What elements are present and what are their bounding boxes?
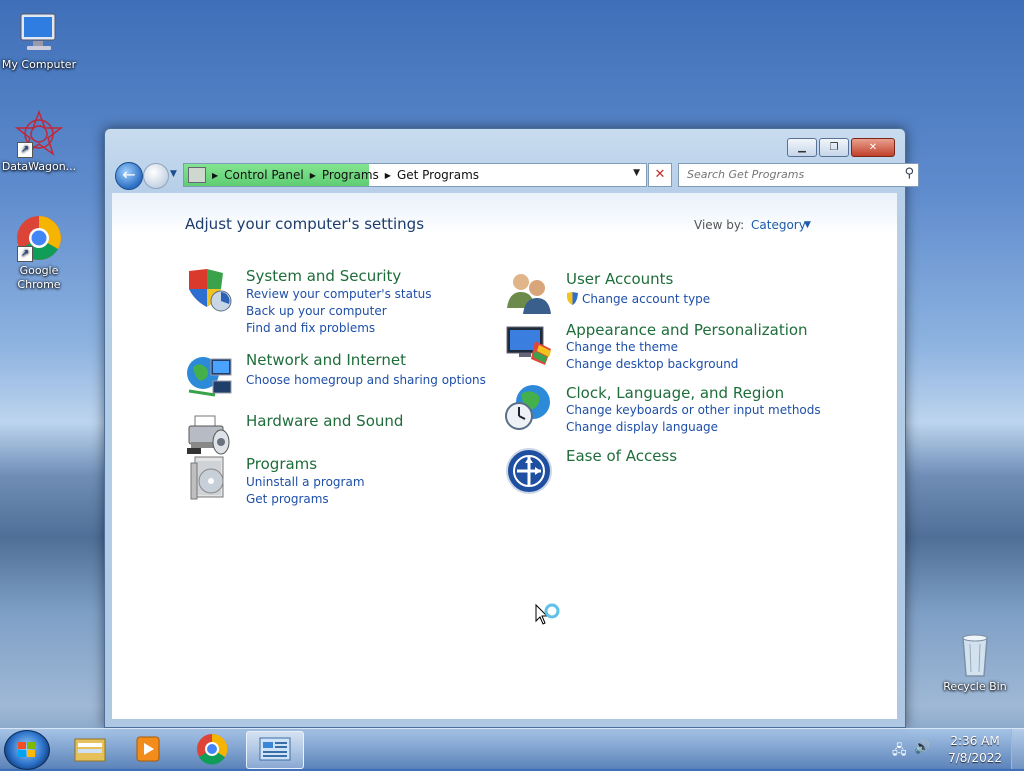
network-icon (185, 351, 233, 399)
control-panel-window: ▁ ❐ ✕ ← ▼ ▶ Control Panel ▶ Programs ▶ G… (104, 128, 919, 728)
show-desktop-button[interactable] (1011, 729, 1024, 769)
desktop-icon-label: Google Chrome (17, 264, 61, 291)
breadcrumb-item[interactable]: Control Panel (224, 168, 304, 182)
navigation-bar: ← ▼ ▶ Control Panel ▶ Programs ▶ Get Pro… (113, 162, 919, 190)
volume-icon[interactable]: 🔊 (914, 740, 930, 755)
ease-of-access-icon (505, 447, 553, 495)
back-arrow-icon: ← (122, 165, 136, 184)
category-link[interactable]: Change display language (566, 420, 718, 434)
start-button[interactable] (4, 730, 50, 770)
busy-cursor-icon (534, 603, 560, 632)
shortcut-arrow-icon: ↗ (17, 246, 33, 262)
users-icon (505, 270, 553, 318)
search-icon[interactable]: ⚲ (904, 166, 914, 181)
close-button[interactable]: ✕ (851, 138, 895, 157)
windows-logo-icon (18, 742, 35, 757)
view-by-label: View by: (694, 218, 745, 232)
category-link[interactable]: Back up your computer (246, 304, 387, 318)
taskbar-control-panel-button[interactable] (246, 731, 304, 769)
breadcrumb-item[interactable]: Programs (322, 168, 379, 182)
chrome-icon (197, 733, 228, 765)
network-tray-icon[interactable]: 🖧 (892, 741, 907, 763)
breadcrumb: ▶ Control Panel ▶ Programs ▶ Get Program… (184, 167, 479, 183)
datawagon-icon: ↗ (14, 109, 64, 158)
globe-clock-icon (505, 384, 553, 432)
desktop-icon-my-computer[interactable]: My Computer (0, 8, 81, 72)
category-title[interactable]: User Accounts (566, 270, 673, 288)
shortcut-arrow-icon: ↗ (17, 142, 33, 158)
category-title[interactable]: Clock, Language, and Region (566, 384, 784, 402)
forward-button[interactable] (143, 163, 169, 189)
address-dropdown-icon[interactable]: ▼ (633, 168, 640, 178)
category-title[interactable]: Hardware and Sound (246, 412, 403, 430)
control-panel-icon (188, 167, 206, 183)
maximize-button[interactable]: ❐ (819, 138, 849, 157)
stop-icon: ✕ (654, 167, 666, 182)
control-panel-icon (259, 737, 291, 761)
category-title[interactable]: System and Security (246, 267, 401, 285)
close-icon: ✕ (868, 142, 878, 153)
chevron-right-icon[interactable]: ▶ (310, 171, 316, 180)
recycle-bin-icon (951, 630, 999, 678)
category-link[interactable]: Uninstall a program (246, 475, 365, 489)
desktop-icon-label: DataWagon... (1, 160, 77, 173)
minimize-button[interactable]: ▁ (787, 138, 817, 157)
clock[interactable]: 2:36 AM 7/8/2022 (948, 733, 1002, 767)
taskbar-media-player-button[interactable] (120, 731, 176, 767)
category-link[interactable]: Change desktop background (566, 357, 738, 371)
category-title[interactable]: Appearance and Personalization (566, 321, 808, 339)
taskbar: 🖧 🔊 2:36 AM 7/8/2022 (0, 728, 1024, 770)
shield-icon (185, 267, 233, 315)
programs-icon (185, 455, 233, 503)
desktop-icon-label: My Computer (1, 58, 77, 71)
system-tray: 🖧 🔊 2:36 AM 7/8/2022 (884, 729, 1024, 769)
category-title[interactable]: Network and Internet (246, 351, 406, 369)
uac-shield-icon (566, 292, 579, 309)
category-link[interactable]: Review your computer's status (246, 287, 432, 301)
category-link[interactable]: Change keyboards or other input methods (566, 403, 821, 417)
desktop-icon-label: Recycle Bin (943, 680, 1007, 693)
stop-button[interactable]: ✕ (648, 163, 672, 187)
back-button[interactable]: ← (115, 162, 143, 190)
caption-buttons: ▁ ❐ ✕ (787, 138, 895, 157)
desktop-icon-chrome[interactable]: ↗ Google Chrome (0, 214, 81, 292)
chevron-down-icon[interactable]: ▼ (804, 220, 811, 230)
recent-pages-dropdown[interactable]: ▼ (170, 169, 177, 179)
category-link[interactable]: Change the theme (566, 340, 678, 354)
maximize-icon: ❐ (829, 142, 839, 153)
desktop-icon-datawagon[interactable]: ↗ DataWagon... (0, 109, 81, 174)
taskbar-chrome-button[interactable] (184, 731, 240, 767)
media-player-icon (136, 736, 160, 762)
category-link[interactable]: Find and fix problems (246, 321, 375, 335)
taskbar-explorer-button[interactable] (62, 731, 118, 767)
breadcrumb-item[interactable]: Get Programs (397, 168, 479, 182)
minimize-icon: ▁ (798, 142, 806, 153)
category-link[interactable]: Get programs (246, 492, 329, 506)
page-title: Adjust your computer's settings (185, 215, 425, 233)
file-explorer-icon (74, 738, 106, 762)
address-bar[interactable]: ▶ Control Panel ▶ Programs ▶ Get Program… (183, 163, 647, 187)
clock-time: 2:36 AM (950, 734, 1000, 748)
content-pane: Adjust your computer's settings View by:… (112, 193, 897, 719)
search-box[interactable]: ⚲ (678, 163, 919, 187)
monitor-icon (505, 321, 553, 369)
category-link[interactable]: Change account type (582, 292, 710, 306)
chevron-right-icon[interactable]: ▶ (385, 171, 391, 180)
category-link[interactable]: Choose homegroup and sharing options (246, 373, 486, 387)
computer-icon (15, 8, 63, 56)
search-input[interactable] (685, 167, 889, 182)
view-by-dropdown[interactable]: Category (751, 218, 806, 232)
clock-date: 7/8/2022 (948, 751, 1002, 765)
printer-icon (185, 412, 233, 460)
category-title[interactable]: Ease of Access (566, 447, 677, 465)
chrome-icon: ↗ (15, 214, 63, 262)
category-title[interactable]: Programs (246, 455, 317, 473)
desktop-icon-recycle-bin[interactable]: Recycle Bin (933, 630, 1017, 694)
chevron-right-icon[interactable]: ▶ (212, 171, 218, 180)
